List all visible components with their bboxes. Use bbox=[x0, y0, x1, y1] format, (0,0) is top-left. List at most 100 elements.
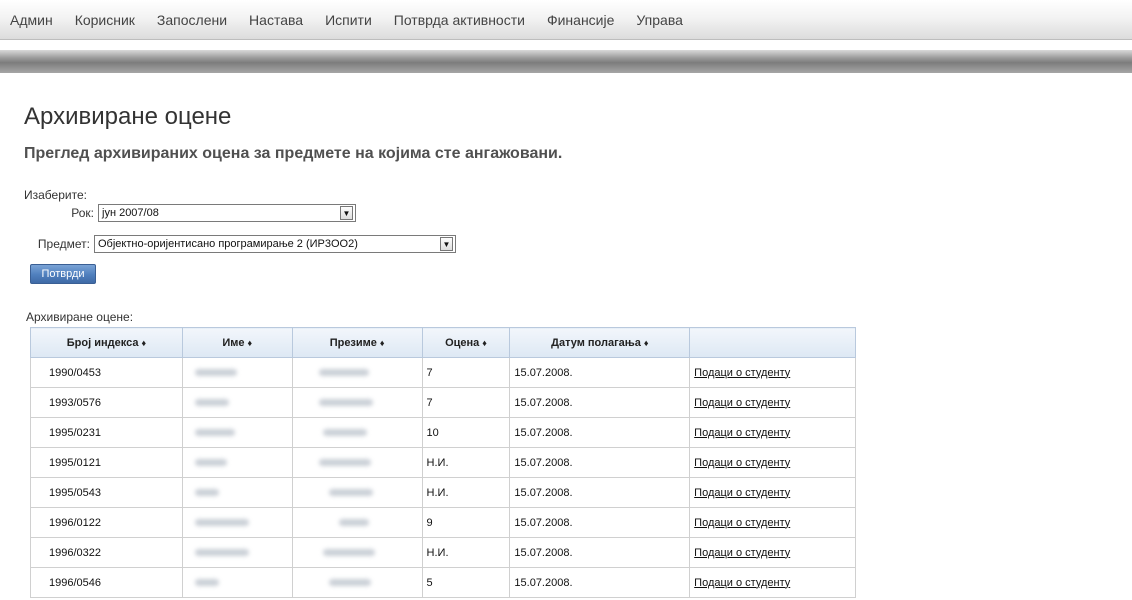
table-row: 1996/0546 5 15.07.2008. Подаци о студент… bbox=[30, 567, 856, 598]
student-details-link[interactable]: Подаци о студенту bbox=[694, 367, 790, 379]
nav-item-nastava[interactable]: Настава bbox=[249, 12, 303, 28]
cell-student-link: Подаци о студенту bbox=[689, 477, 856, 508]
chevron-down-icon[interactable]: ▼ bbox=[340, 206, 353, 220]
rok-row: Рок: јун 2007/08 ▼ bbox=[24, 204, 356, 222]
student-details-link[interactable]: Подаци о студенту bbox=[694, 427, 790, 439]
page-subtitle: Преглед архивираних оцена за предмете на… bbox=[24, 145, 563, 162]
confirm-button[interactable]: Потврди bbox=[30, 264, 96, 284]
nav-item-uprava[interactable]: Управа bbox=[636, 12, 682, 28]
student-details-link[interactable]: Подаци о студенту bbox=[694, 517, 790, 529]
cell-grade: Н.И. bbox=[421, 537, 511, 568]
page-title: Архивиране оцене bbox=[24, 103, 232, 130]
table-row: 1995/0121 Н.И. 15.07.2008. Подаци о студ… bbox=[30, 447, 856, 478]
cell-student-link: Подаци о студенту bbox=[689, 447, 856, 478]
student-details-link[interactable]: Подаци о студенту bbox=[694, 397, 790, 409]
cell-first-name-blurred bbox=[181, 537, 293, 568]
predmet-row: Предмет: Објектно-оријентисано програмир… bbox=[24, 235, 456, 253]
predmet-label: Предмет: bbox=[37, 237, 90, 251]
sort-icon[interactable]: ♦ bbox=[482, 338, 487, 348]
cell-first-name-blurred bbox=[181, 567, 293, 598]
cell-grade: 7 bbox=[421, 357, 511, 388]
cell-last-name-blurred bbox=[291, 447, 423, 478]
column-header-actions bbox=[689, 327, 856, 358]
student-details-link[interactable]: Подаци о студенту bbox=[694, 577, 790, 589]
nav-item-admin[interactable]: Админ bbox=[10, 12, 53, 28]
main-content: Архивиране оцене Преглед архивираних оце… bbox=[24, 100, 1104, 598]
cell-student-link: Подаци о студенту bbox=[689, 417, 856, 448]
sort-icon[interactable]: ♦ bbox=[644, 338, 649, 348]
table-caption: Архивиране оцене: bbox=[26, 310, 134, 324]
column-header-last-name[interactable]: Презиме ♦ bbox=[291, 327, 423, 358]
cell-first-name-blurred bbox=[181, 507, 293, 538]
choose-label: Изаберите: bbox=[24, 188, 87, 202]
cell-last-name-blurred bbox=[291, 387, 423, 418]
table-row: 1990/0453 7 15.07.2008. Подаци о студент… bbox=[30, 357, 856, 388]
cell-exam-date: 15.07.2008. bbox=[509, 537, 691, 568]
cell-last-name-blurred bbox=[291, 477, 423, 508]
cell-last-name-blurred bbox=[291, 537, 423, 568]
cell-last-name-blurred bbox=[291, 417, 423, 448]
cell-first-name-blurred bbox=[181, 417, 293, 448]
cell-index: 1996/0322 bbox=[30, 537, 183, 568]
cell-exam-date: 15.07.2008. bbox=[509, 447, 691, 478]
cell-first-name-blurred bbox=[181, 447, 293, 478]
table-row: 1996/0322 Н.И. 15.07.2008. Подаци о студ… bbox=[30, 537, 856, 568]
cell-exam-date: 15.07.2008. bbox=[509, 417, 691, 448]
predmet-select-value: Објектно-оријентисано програмирање 2 (ИР… bbox=[98, 238, 358, 250]
nav-item-korisnik[interactable]: Корисник bbox=[75, 12, 135, 28]
sort-icon[interactable]: ♦ bbox=[380, 338, 385, 348]
rok-select[interactable]: јун 2007/08 ▼ bbox=[98, 204, 356, 222]
cell-index: 1993/0576 bbox=[30, 387, 183, 418]
student-details-link[interactable]: Подаци о студенту bbox=[694, 547, 790, 559]
cell-grade: 5 bbox=[421, 567, 511, 598]
cell-first-name-blurred bbox=[181, 477, 293, 508]
sub-navigation-bar bbox=[0, 50, 1132, 73]
cell-exam-date: 15.07.2008. bbox=[509, 507, 691, 538]
nav-item-zaposleni[interactable]: Запослени bbox=[157, 12, 227, 28]
rok-select-value: јун 2007/08 bbox=[102, 207, 159, 219]
sort-icon[interactable]: ♦ bbox=[141, 338, 146, 348]
predmet-select[interactable]: Објектно-оријентисано програмирање 2 (ИР… bbox=[94, 235, 456, 253]
rok-label: Рок: bbox=[71, 206, 94, 220]
cell-first-name-blurred bbox=[181, 357, 293, 388]
cell-index: 1990/0453 bbox=[30, 357, 183, 388]
sort-icon[interactable]: ♦ bbox=[248, 338, 253, 348]
student-details-link[interactable]: Подаци о студенту bbox=[694, 457, 790, 469]
cell-last-name-blurred bbox=[291, 567, 423, 598]
cell-grade: Н.И. bbox=[421, 447, 511, 478]
table-header-row: Број индекса ♦ Име ♦ Презиме ♦ Оцена ♦ Датум… bbox=[30, 327, 856, 358]
table-row: 1995/0231 10 15.07.2008. Подаци о студен… bbox=[30, 417, 856, 448]
column-header-index[interactable]: Број индекса ♦ bbox=[30, 327, 183, 358]
table-row: 1996/0122 9 15.07.2008. Подаци о студент… bbox=[30, 507, 856, 538]
cell-exam-date: 15.07.2008. bbox=[509, 357, 691, 388]
student-details-link[interactable]: Подаци о студенту bbox=[694, 487, 790, 499]
nav-item-ispiti[interactable]: Испити bbox=[325, 12, 372, 28]
chevron-down-icon[interactable]: ▼ bbox=[440, 237, 453, 251]
cell-student-link: Подаци о студенту bbox=[689, 357, 856, 388]
cell-first-name-blurred bbox=[181, 387, 293, 418]
cell-index: 1995/0121 bbox=[30, 447, 183, 478]
cell-grade: 9 bbox=[421, 507, 511, 538]
table-row: 1993/0576 7 15.07.2008. Подаци о студент… bbox=[30, 387, 856, 418]
column-header-first-name[interactable]: Име ♦ bbox=[181, 327, 293, 358]
cell-index: 1996/0122 bbox=[30, 507, 183, 538]
cell-grade: 10 bbox=[421, 417, 511, 448]
cell-student-link: Подаци о студенту bbox=[689, 387, 856, 418]
cell-student-link: Подаци о студенту bbox=[689, 507, 856, 538]
nav-item-finansije[interactable]: Финансије bbox=[547, 12, 614, 28]
cell-student-link: Подаци о студенту bbox=[689, 537, 856, 568]
cell-last-name-blurred bbox=[291, 357, 423, 388]
top-navigation: Админ Корисник Запослени Настава Испити … bbox=[0, 0, 1132, 40]
column-header-grade[interactable]: Оцена ♦ bbox=[421, 327, 511, 358]
nav-item-potvrda-aktivnosti[interactable]: Потврда активности bbox=[394, 12, 525, 28]
table-row: 1995/0543 Н.И. 15.07.2008. Подаци о студ… bbox=[30, 477, 856, 508]
cell-grade: 7 bbox=[421, 387, 511, 418]
cell-student-link: Подаци о студенту bbox=[689, 567, 856, 598]
cell-exam-date: 15.07.2008. bbox=[509, 387, 691, 418]
cell-exam-date: 15.07.2008. bbox=[509, 477, 691, 508]
archived-grades-table: Број индекса ♦ Име ♦ Презиме ♦ Оцена ♦ Датум… bbox=[30, 327, 856, 598]
column-header-exam-date[interactable]: Датум полагања ♦ bbox=[509, 327, 691, 358]
cell-last-name-blurred bbox=[291, 507, 423, 538]
cell-index: 1995/0543 bbox=[30, 477, 183, 508]
cell-grade: Н.И. bbox=[421, 477, 511, 508]
